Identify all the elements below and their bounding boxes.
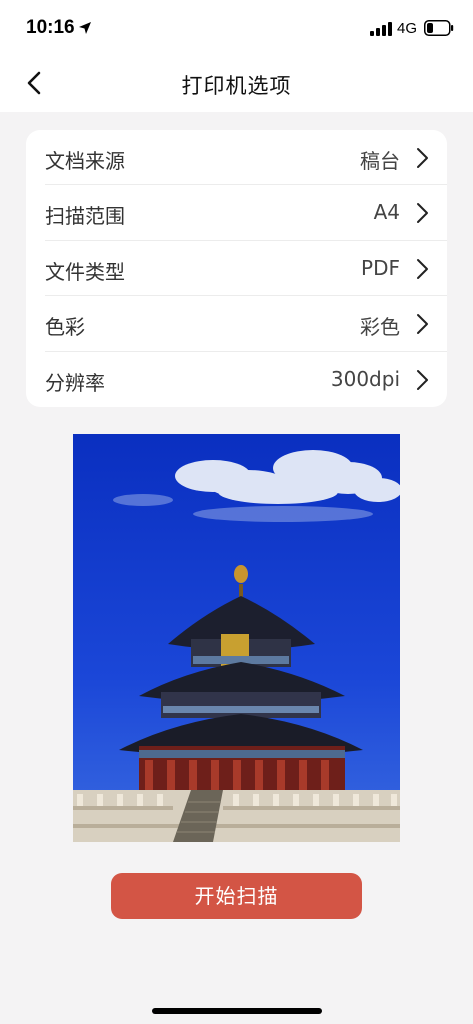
setting-label: 文件类型 <box>45 259 125 284</box>
chevron-right-icon <box>417 314 428 335</box>
network-type: 4G <box>397 20 418 37</box>
setting-value: PDF <box>361 255 400 280</box>
page-title: 打印机选项 <box>181 74 292 98</box>
setting-label: 文档来源 <box>45 149 125 173</box>
setting-value: 稿台 <box>360 149 400 173</box>
setting-row-color[interactable]: 色彩 彩色 <box>45 296 447 352</box>
status-time: 10:16 <box>26 17 75 38</box>
home-indicator <box>152 1008 322 1014</box>
temple-of-heaven-photo <box>73 434 400 842</box>
chevron-right-icon <box>417 148 428 168</box>
navigation-bar: 打印机选项 <box>0 58 473 112</box>
chevron-right-icon <box>417 369 428 390</box>
setting-row-resolution[interactable]: 分辨率 300dpi <box>45 352 447 407</box>
setting-row-file-type[interactable]: 文件类型 PDF <box>45 241 447 297</box>
cellular-signal-icon <box>370 22 392 36</box>
setting-row-scan-area[interactable]: 扫描范围 A4 <box>45 185 447 241</box>
status-bar: 10:16 4G <box>0 0 473 58</box>
setting-label: 分辨率 <box>45 370 105 395</box>
setting-label: 色彩 <box>45 315 85 340</box>
scan-preview-image <box>73 434 400 842</box>
setting-value: A4 <box>373 200 400 225</box>
chevron-right-icon <box>417 203 428 224</box>
settings-card: 文档来源 稿台 扫描范围 A4 文件类型 PDF 色彩 彩色 分辨率 300dp… <box>26 130 447 407</box>
setting-value: 彩色 <box>360 315 400 340</box>
location-arrow-icon <box>79 22 91 34</box>
battery-icon <box>424 20 454 36</box>
chevron-right-icon <box>417 258 428 279</box>
setting-label: 扫描范围 <box>45 204 125 229</box>
setting-value: 300dpi <box>330 366 400 391</box>
setting-row-document-source[interactable]: 文档来源 稿台 <box>45 130 447 186</box>
start-scan-button[interactable]: 开始扫描 <box>111 873 362 919</box>
